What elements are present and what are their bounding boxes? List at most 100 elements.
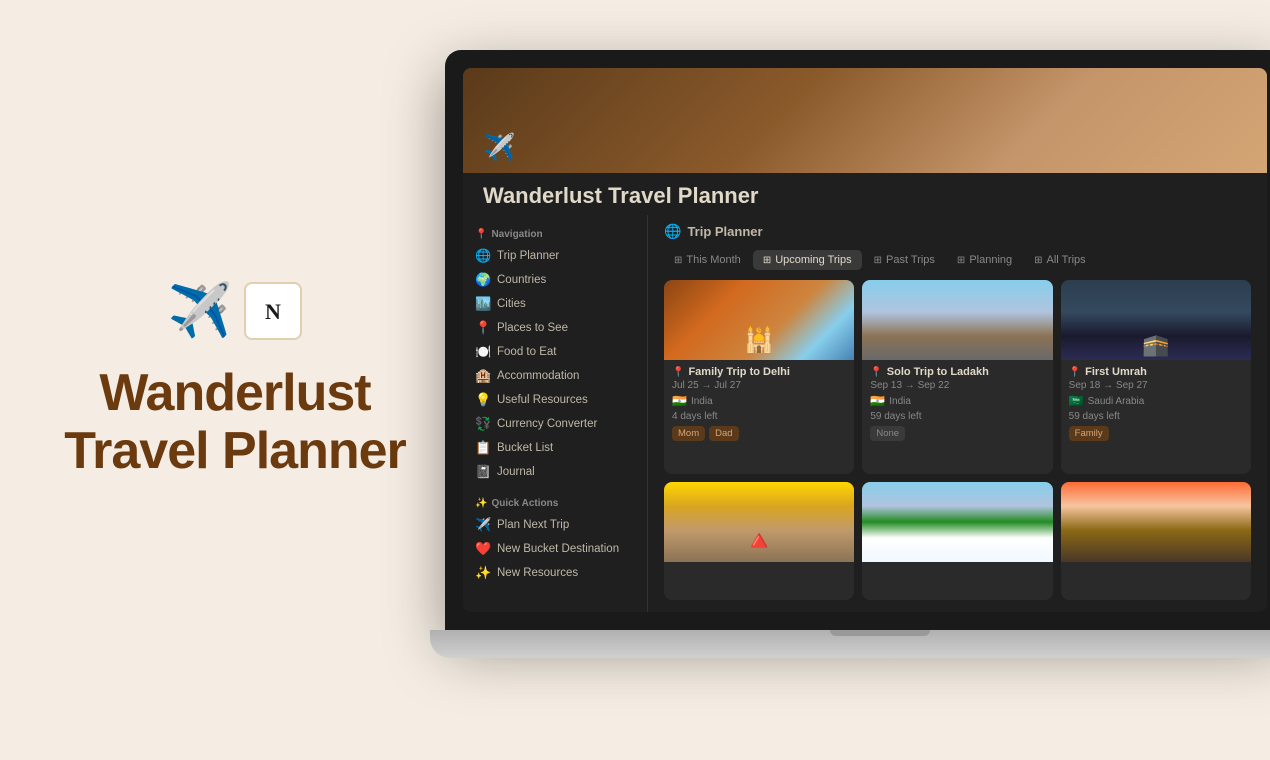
sidebar-item-food[interactable]: 🍽️ Food to Eat xyxy=(463,340,647,364)
umrah-pin: 📍 xyxy=(1069,367,1081,378)
svg-text:N: N xyxy=(265,299,281,324)
tab-past-trips[interactable]: ⊞ Past Trips xyxy=(864,250,945,270)
card-delhi-info: 📍 Family Trip to Delhi Jul 25 → Jul 27 🇮… xyxy=(664,360,854,449)
sidebar-item-resources[interactable]: 💡 Useful Resources xyxy=(463,388,647,412)
brand-icons: ✈️ N xyxy=(168,280,303,341)
card-ladakh[interactable]: 📍 Solo Trip to Ladakh Sep 13 → Sep 22 🇮🇳… xyxy=(862,280,1052,474)
page-title: Wanderlust Travel Planner xyxy=(483,183,1247,209)
nav-section-icon: 📍 xyxy=(475,229,487,240)
tab-this-month[interactable]: ⊞ This Month xyxy=(664,250,751,270)
ladakh-flag: 🇮🇳 xyxy=(870,394,885,408)
umrah-days: 59 days left xyxy=(1069,411,1243,422)
tab-planning[interactable]: ⊞ Planning xyxy=(947,250,1022,270)
delhi-flag-row: 🇮🇳 India xyxy=(672,394,846,408)
cities-icon: 🏙️ xyxy=(475,296,491,312)
laptop-base xyxy=(430,630,1270,658)
accommodation-icon: 🏨 xyxy=(475,368,491,384)
delhi-title: Family Trip to Delhi xyxy=(688,366,789,378)
sidebar-item-accommodation[interactable]: 🏨 Accommodation xyxy=(463,364,647,388)
umrah-flag-row: 🇸🇦 Saudi Arabia xyxy=(1069,394,1243,408)
ladakh-flag-row: 🇮🇳 India xyxy=(870,394,1044,408)
laptop-frame: ✈️ Wanderlust Travel Planner 📍 Navigatio… xyxy=(445,50,1270,630)
laptop-container: ✈️ Wanderlust Travel Planner 📍 Navigatio… xyxy=(430,50,1270,730)
plan-next-icon: ✈️ xyxy=(475,517,491,533)
section-header-icon: 🌐 xyxy=(664,223,681,240)
sidebar-item-places[interactable]: 📍 Places to See xyxy=(463,316,647,340)
page-title-bar: Wanderlust Travel Planner xyxy=(463,173,1267,215)
ladakh-days: 59 days left xyxy=(870,411,1044,422)
card-pyramids-image xyxy=(664,482,854,562)
gallery-grid: 📍 Family Trip to Delhi Jul 25 → Jul 27 🇮… xyxy=(648,276,1267,612)
delhi-tag-dad: Dad xyxy=(709,426,738,441)
food-icon: 🍽️ xyxy=(475,344,491,360)
ladakh-tags: None xyxy=(870,426,1044,441)
card-umrah[interactable]: 📍 First Umrah Sep 18 → Sep 27 🇸🇦 Saudi A… xyxy=(1061,280,1251,474)
this-month-icon: ⊞ xyxy=(674,255,682,266)
card-mosque-info xyxy=(1061,562,1251,576)
trip-planner-icon: 🌐 xyxy=(475,248,491,264)
ladakh-pin: 📍 xyxy=(870,367,882,378)
delhi-tags: Mom Dad xyxy=(672,426,846,441)
sidebar-item-new-resources[interactable]: ✨ New Resources xyxy=(463,561,647,585)
umrah-country: Saudi Arabia xyxy=(1088,396,1145,407)
tab-upcoming-trips[interactable]: ⊞ Upcoming Trips xyxy=(753,250,862,270)
delhi-tag-mom: Mom xyxy=(672,426,705,441)
card-umrah-info: 📍 First Umrah Sep 18 → Sep 27 🇸🇦 Saudi A… xyxy=(1061,360,1251,449)
card-pyramids[interactable] xyxy=(664,482,854,601)
card-mosque[interactable] xyxy=(1061,482,1251,601)
umrah-flag: 🇸🇦 xyxy=(1069,394,1084,408)
card-ladakh-info: 📍 Solo Trip to Ladakh Sep 13 → Sep 22 🇮🇳… xyxy=(862,360,1052,449)
ladakh-tag-none: None xyxy=(870,426,905,441)
sidebar-item-plan-next[interactable]: ✈️ Plan Next Trip xyxy=(463,513,647,537)
places-icon: 📍 xyxy=(475,320,491,336)
card-delhi[interactable]: 📍 Family Trip to Delhi Jul 25 → Jul 27 🇮… xyxy=(664,280,854,474)
delhi-days: 4 days left xyxy=(672,411,846,422)
umrah-tags: Family xyxy=(1069,426,1243,441)
sidebar-item-new-bucket[interactable]: ❤️ New Bucket Destination xyxy=(463,537,647,561)
section-header-title: Trip Planner xyxy=(687,224,762,239)
card-snow-forest-image xyxy=(862,482,1052,562)
quick-actions-label: ✨ Quick Actions xyxy=(463,494,647,513)
sidebar-item-cities[interactable]: 🏙️ Cities xyxy=(463,292,647,316)
umrah-title: First Umrah xyxy=(1085,366,1147,378)
card-ladakh-image xyxy=(862,280,1052,360)
nav-section-label: 📍 Navigation xyxy=(463,225,647,244)
delhi-date: Jul 25 → Jul 27 xyxy=(672,380,846,391)
planning-icon: ⊞ xyxy=(957,255,965,266)
sidebar-item-countries[interactable]: 🌍 Countries xyxy=(463,268,647,292)
card-pyramids-info xyxy=(664,562,854,576)
ladakh-title: Solo Trip to Ladakh xyxy=(887,366,989,378)
sidebar-item-journal[interactable]: 📓 Journal xyxy=(463,460,647,484)
sidebar-item-currency[interactable]: 💱 Currency Converter xyxy=(463,412,647,436)
ladakh-date: Sep 13 → Sep 22 xyxy=(870,380,1044,391)
left-panel: ✈️ N Wanderlust Travel Planner xyxy=(0,0,470,760)
card-snow-forest[interactable] xyxy=(862,482,1052,601)
brand-title-wrapper: Wanderlust Travel Planner xyxy=(64,365,406,479)
ladakh-country: India xyxy=(889,396,911,407)
tab-all-trips[interactable]: ⊞ All Trips xyxy=(1024,250,1096,270)
brand-title: Wanderlust Travel Planner xyxy=(64,365,406,479)
plane-icon: ✈️ xyxy=(168,280,233,341)
sidebar-item-bucket[interactable]: 📋 Bucket List xyxy=(463,436,647,460)
card-snow-forest-info xyxy=(862,562,1052,576)
card-mosque-image xyxy=(1061,482,1251,562)
all-trips-icon: ⊞ xyxy=(1034,255,1042,266)
delhi-flag: 🇮🇳 xyxy=(672,394,687,408)
umrah-date: Sep 18 → Sep 27 xyxy=(1069,380,1243,391)
screen-content: 📍 Navigation 🌐 Trip Planner 🌍 Countries … xyxy=(463,215,1267,612)
countries-icon: 🌍 xyxy=(475,272,491,288)
main-panel: 🌐 Trip Planner ⊞ This Month ⊞ Upcomi xyxy=(648,215,1267,612)
resources-icon: 💡 xyxy=(475,392,491,408)
sidebar-item-trip-planner[interactable]: 🌐 Trip Planner xyxy=(463,244,647,268)
screen-header-bg: ✈️ xyxy=(463,68,1267,173)
tabs-bar: ⊞ This Month ⊞ Upcoming Trips ⊞ Past Tri… xyxy=(648,246,1267,276)
new-bucket-icon: ❤️ xyxy=(475,541,491,557)
journal-icon: 📓 xyxy=(475,464,491,480)
new-resources-icon: ✨ xyxy=(475,565,491,581)
laptop-screen: ✈️ Wanderlust Travel Planner 📍 Navigatio… xyxy=(463,68,1267,612)
currency-icon: 💱 xyxy=(475,416,491,432)
section-header: 🌐 Trip Planner xyxy=(648,215,1267,246)
notion-icon: N xyxy=(244,282,302,340)
quick-actions-icon: ✨ xyxy=(475,498,487,509)
card-delhi-image xyxy=(664,280,854,360)
